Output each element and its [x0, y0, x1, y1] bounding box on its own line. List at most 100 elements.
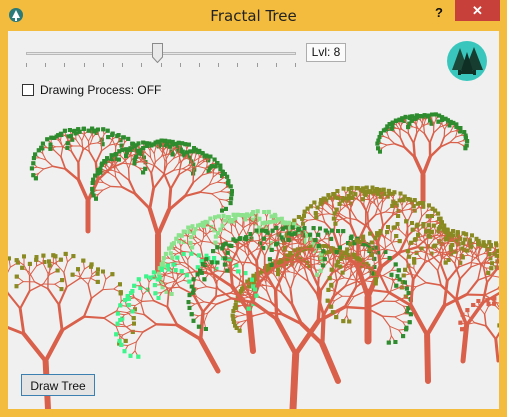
leaf [418, 114, 422, 118]
leaf [341, 229, 346, 234]
draw-tree-button[interactable]: Draw Tree [21, 374, 95, 396]
leaf [233, 323, 238, 328]
leaf [65, 146, 70, 150]
branch [220, 187, 227, 192]
branch [384, 211, 394, 214]
leaf [153, 291, 158, 296]
branch [205, 233, 212, 243]
leaf [424, 229, 429, 234]
leaf [20, 265, 25, 270]
leaf [151, 142, 156, 147]
leaf [397, 198, 402, 203]
branch [273, 288, 279, 321]
leaf [159, 138, 164, 143]
level-slider[interactable] [26, 41, 296, 67]
leaf [497, 323, 499, 328]
leaf [245, 213, 250, 218]
branch [338, 215, 352, 226]
leaf [229, 196, 234, 201]
slider-thumb[interactable] [152, 43, 163, 63]
branch [77, 149, 84, 164]
branch [412, 142, 416, 159]
branch [155, 323, 179, 327]
branch [379, 257, 381, 275]
leaf [136, 354, 141, 359]
leaf [253, 287, 257, 292]
branch [394, 300, 404, 307]
leaf [445, 237, 450, 242]
branch [433, 118, 437, 126]
branch [63, 271, 68, 288]
branch [141, 300, 155, 302]
help-button[interactable]: ? [428, 3, 450, 23]
leaf [476, 299, 481, 303]
branch [215, 297, 233, 306]
leaf [313, 211, 318, 216]
drawing-process-checkbox[interactable] [22, 84, 34, 96]
leaf [96, 267, 100, 272]
leaf [136, 141, 141, 146]
branch [407, 132, 415, 145]
branch [264, 244, 271, 257]
branch [211, 193, 220, 200]
leaf [170, 142, 175, 147]
leaf [389, 272, 394, 277]
branch [443, 131, 451, 138]
branch [201, 240, 212, 243]
leaf [395, 274, 400, 279]
leaf [445, 233, 450, 238]
branch [334, 295, 343, 302]
leaf [222, 262, 227, 267]
leaf [289, 232, 294, 237]
leaf [426, 233, 431, 238]
close-button[interactable]: ✕ [455, 0, 500, 21]
branch [135, 331, 144, 343]
branch [389, 325, 400, 331]
leaf [170, 255, 175, 260]
slider-tick [64, 63, 65, 67]
leaf [273, 214, 278, 219]
leaf [189, 284, 194, 289]
slider-tick [161, 63, 162, 67]
leaf [398, 191, 403, 196]
branch [425, 303, 447, 338]
leaf [183, 142, 188, 147]
leaf [92, 129, 97, 134]
slider-tick [141, 63, 142, 67]
leaf [243, 217, 248, 222]
leaf [125, 150, 129, 155]
branch [155, 207, 172, 238]
leaf [368, 231, 373, 236]
leaf [179, 269, 184, 274]
leaf [402, 194, 407, 199]
leaf [246, 306, 251, 311]
leaf [73, 131, 78, 136]
branch [343, 305, 369, 310]
leaf [412, 237, 417, 242]
leaf [327, 249, 331, 254]
leaf [101, 127, 106, 132]
leaf [243, 271, 248, 276]
leaf [179, 233, 184, 238]
branch [8, 291, 22, 310]
leaf [89, 264, 93, 269]
leaf [344, 196, 349, 201]
title-bar[interactable]: Fractal Tree ? ✕ [0, 0, 507, 31]
leaf [254, 228, 259, 233]
leaf [39, 145, 44, 150]
leaf [470, 233, 474, 238]
branch [242, 219, 244, 228]
branch [147, 290, 155, 302]
leaf [394, 234, 399, 238]
branch [483, 313, 487, 327]
leaf [200, 262, 205, 267]
leaf [161, 260, 166, 265]
leaf [163, 251, 168, 256]
leaf [329, 282, 334, 287]
leaf [321, 263, 326, 268]
branch [321, 213, 330, 215]
slider-tick [103, 63, 104, 67]
leaf [341, 319, 346, 324]
leaf [283, 221, 287, 226]
leaf [196, 223, 201, 228]
